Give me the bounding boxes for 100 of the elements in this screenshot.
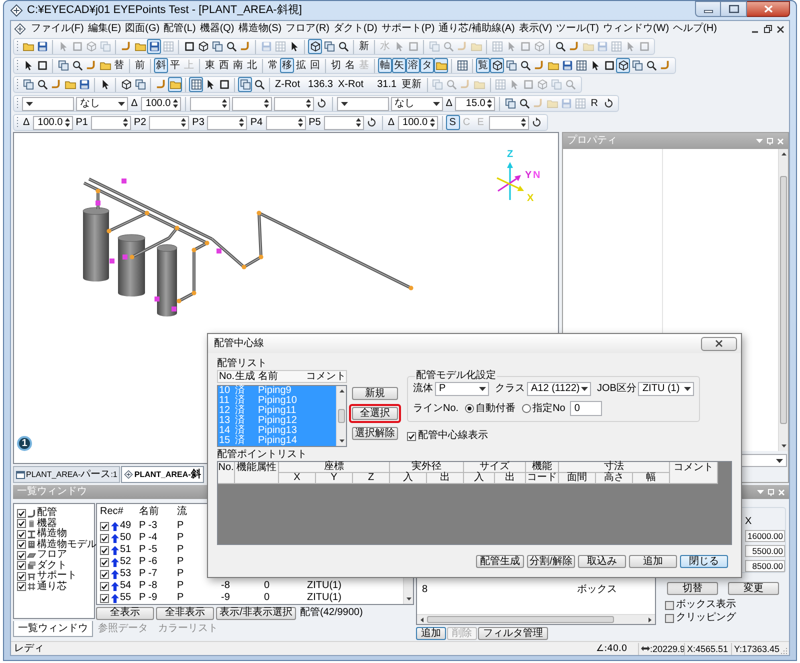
toolbar-button[interactable]: [35, 39, 49, 54]
checkbox[interactable]: [665, 614, 674, 622]
dropdown[interactable]: なし: [76, 96, 128, 110]
value-field[interactable]: 5500.00: [745, 545, 785, 557]
toolbar-button[interactable]: [182, 39, 196, 54]
toolbar-button[interactable]: 斜: [154, 58, 168, 73]
toolbar-button[interactable]: 東: [203, 58, 217, 73]
checkbox[interactable]: [407, 432, 416, 440]
toolbar-button[interactable]: 新: [357, 39, 371, 54]
toolbar-button[interactable]: 更新: [400, 77, 424, 92]
menu-item[interactable]: 編集(E): [86, 22, 124, 36]
spin-field[interactable]: [266, 116, 306, 130]
toolbar-grip-icon[interactable]: [16, 40, 19, 53]
dialog-button[interactable]: 新規: [352, 387, 398, 400]
spin-field[interactable]: [207, 116, 248, 130]
toolbar-button[interactable]: 北: [245, 58, 259, 73]
toolbar-button[interactable]: [490, 58, 504, 73]
menu-item[interactable]: ヘルプ(H): [671, 22, 719, 36]
menu-item[interactable]: サポート(P): [379, 22, 437, 36]
toolbar-button[interactable]: 西: [217, 58, 231, 73]
maximize-button[interactable]: [721, 1, 747, 17]
document-tab[interactable]: PLANT_AREA-斜: [121, 466, 204, 483]
dialog-button[interactable]: 分割/解除: [527, 555, 575, 568]
dialog-button[interactable]: 配管生成: [476, 555, 524, 568]
toolbar-button[interactable]: 南: [231, 58, 245, 73]
checkbox[interactable]: [100, 558, 109, 566]
menu-item[interactable]: ウィンドウ(W): [600, 22, 672, 36]
radio-button[interactable]: [522, 404, 531, 413]
spin-field[interactable]: [149, 116, 190, 130]
checkbox[interactable]: [665, 600, 674, 610]
checkbox[interactable]: [100, 522, 109, 530]
horizontal-scrollbar[interactable]: [417, 614, 655, 624]
toolbar-button[interactable]: [119, 77, 133, 92]
toolbar-button[interactable]: S: [446, 115, 460, 130]
toolbar-button[interactable]: 移: [280, 58, 294, 73]
menu-item[interactable]: 表示(V): [516, 22, 554, 36]
toolbar-grip-icon[interactable]: [16, 116, 19, 129]
checkbox[interactable]: [100, 546, 109, 554]
toolbar-button[interactable]: 平: [168, 58, 182, 73]
toolbar-button[interactable]: 名: [343, 58, 357, 73]
dropdown[interactable]: ZITU (1): [638, 382, 694, 396]
toolbar-grip-icon[interactable]: [16, 59, 19, 72]
checkbox[interactable]: [17, 540, 26, 550]
toolbar-button[interactable]: [560, 58, 574, 73]
toolbar-button[interactable]: 替: [112, 58, 126, 73]
toolbar-button[interactable]: [616, 58, 630, 73]
toolbar-button[interactable]: [336, 39, 350, 54]
checkbox[interactable]: [100, 570, 109, 578]
dropdown[interactable]: なし: [390, 96, 443, 110]
close-button[interactable]: [701, 336, 737, 350]
toolbar-button[interactable]: [518, 58, 532, 73]
vertical-scrollbar[interactable]: [336, 386, 346, 446]
checkbox[interactable]: [100, 534, 109, 542]
menu-item[interactable]: フロア(R): [284, 22, 332, 36]
spin-field[interactable]: [190, 96, 230, 110]
filter-button[interactable]: フィルタ管理: [478, 627, 548, 640]
document-tab[interactable]: PLANT_AREA-パース:1: [13, 466, 120, 483]
menu-item[interactable]: ダクト(D): [332, 22, 380, 36]
toolbar-button[interactable]: [252, 77, 266, 92]
close-button[interactable]: [747, 1, 790, 17]
panel-tab[interactable]: 一覧ウィンドウ: [13, 621, 93, 637]
toolbar-button[interactable]: [517, 96, 532, 111]
toolbar-button[interactable]: [35, 58, 49, 73]
dialog-button[interactable]: 取込み: [578, 555, 626, 568]
close-icon[interactable]: [777, 26, 784, 32]
toolbar-button[interactable]: [35, 77, 49, 92]
toolbar-button[interactable]: 軸: [378, 58, 392, 73]
checkbox[interactable]: [100, 594, 109, 602]
scroll-thumb[interactable]: [338, 409, 345, 423]
table-button[interactable]: 表示/非表示選択: [216, 606, 296, 620]
toolbar-button[interactable]: 拡: [294, 58, 308, 73]
vertical-scrollbar[interactable]: [778, 149, 788, 451]
toolbar-button[interactable]: [224, 39, 238, 54]
toolbar-button[interactable]: 矢: [392, 58, 406, 73]
checkbox[interactable]: [17, 530, 26, 539]
menu-item[interactable]: 配管(L): [162, 22, 198, 36]
toolbar-button[interactable]: [308, 39, 322, 54]
toolbar-button[interactable]: 覧: [476, 58, 490, 73]
toolbar-button[interactable]: R: [587, 96, 602, 111]
pin-icon[interactable]: [768, 488, 774, 496]
dropdown[interactable]: P: [435, 382, 489, 396]
panel-button[interactable]: 切替: [667, 582, 718, 595]
minimize-button[interactable]: [695, 1, 721, 17]
spin-field[interactable]: [274, 96, 314, 110]
toolbar-grip-icon[interactable]: [16, 97, 19, 110]
size-grip-icon[interactable]: [781, 647, 788, 654]
restore-icon[interactable]: [764, 25, 772, 33]
toolbar-button[interactable]: 前: [133, 58, 147, 73]
spin-field[interactable]: [324, 116, 364, 130]
checkbox[interactable]: [17, 582, 26, 592]
toolbar-button[interactable]: [644, 58, 658, 73]
menu-item[interactable]: 構造物(S): [236, 22, 284, 36]
toolbar-button[interactable]: タ: [420, 58, 434, 73]
checkbox[interactable]: [100, 582, 109, 590]
line-number-input[interactable]: 0: [570, 401, 602, 416]
spin-field[interactable]: 100.0: [398, 116, 438, 130]
spin-field[interactable]: 100.0: [140, 96, 181, 110]
toolbar-button[interactable]: [553, 39, 567, 54]
toolbar-button[interactable]: [574, 58, 588, 73]
spin-field[interactable]: [90, 116, 131, 130]
